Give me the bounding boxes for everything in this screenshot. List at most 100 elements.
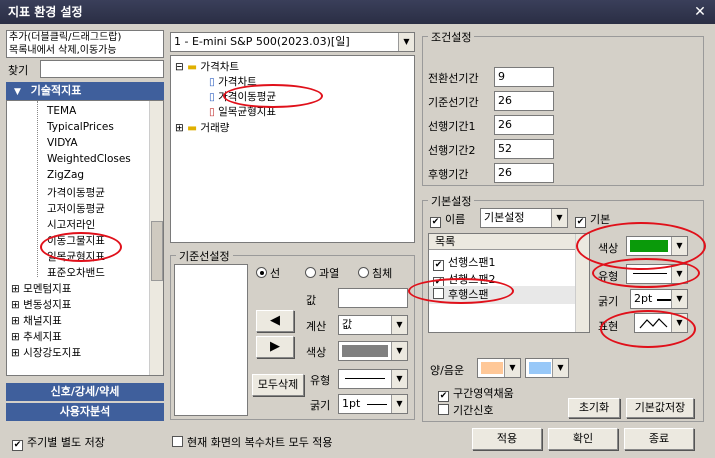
condition-input[interactable]: 26 <box>494 91 554 111</box>
line-style-icon <box>367 404 387 405</box>
fill-checkbox[interactable]: ✔ 구간영역채움 <box>438 385 514 402</box>
baseline-list[interactable] <box>174 264 248 416</box>
basic-thick-select[interactable]: 2pt ▼ <box>630 289 688 309</box>
signal-checkbox[interactable]: 기간신호 <box>438 402 493 418</box>
name-checkbox[interactable]: ✔ 이름 <box>430 211 465 228</box>
save-default-button[interactable]: 기본값저장 <box>626 398 694 418</box>
document-icon: ▯ <box>209 91 215 103</box>
list-item[interactable]: TEMA <box>47 105 76 117</box>
condition-title: 조건설정 <box>428 29 475 45</box>
chevron-down-icon[interactable]: ▼ <box>391 395 407 413</box>
category-header[interactable]: ▼ 기술적지표 <box>6 82 164 100</box>
down-color-select[interactable]: ▼ <box>525 358 569 378</box>
left-hint: 추가(더블클릭/드래그드랍) 목록내에서 삭제,이동가능 <box>6 30 164 58</box>
radio-icon[interactable] <box>358 267 369 278</box>
annotation-circle <box>408 278 514 304</box>
apply-button[interactable]: 적용 <box>472 428 542 450</box>
radio-overheat[interactable]: 과열 <box>305 265 339 281</box>
nav-user-analysis[interactable]: 사용자분석 <box>6 403 164 421</box>
symbol-select[interactable]: 1 - E-mini S&P 500(2023.03)[일] ▼ <box>170 32 415 52</box>
collapse-icon[interactable]: ⊟ <box>175 61 184 73</box>
type-label: 유형 <box>310 374 331 387</box>
chevron-down-icon[interactable]: ▼ <box>398 33 414 51</box>
checkmark-icon[interactable]: ✔ <box>433 260 444 271</box>
condition-label: 기준선기간 <box>428 96 479 109</box>
reset-button[interactable]: 초기화 <box>568 398 620 418</box>
folder-item[interactable]: ⊞ 채널지표 <box>11 313 62 328</box>
line-style-icon <box>345 378 385 379</box>
nav-signal[interactable]: 신호/강세/약세 <box>6 383 164 401</box>
chevron-down-icon[interactable]: ▼ <box>551 209 567 227</box>
chart-tree[interactable]: ⊟ ▬ 가격차트 ▯ 가격차트 ▯ 가격이동평균 ▯ 일목균형지표 ⊞ ▬ 거래… <box>170 55 415 243</box>
up-color-select[interactable]: ▼ <box>477 358 521 378</box>
expand-icon[interactable]: ⊞ <box>11 283 20 295</box>
name-select[interactable]: 기본설정 ▼ <box>480 208 568 228</box>
radio-line[interactable]: 선 <box>256 265 280 281</box>
checkmark-icon[interactable]: ✔ <box>430 217 441 228</box>
expand-icon[interactable]: ⊞ <box>11 331 20 343</box>
chevron-down-icon[interactable]: ▼ <box>671 290 687 308</box>
folder-item[interactable]: ⊞ 시장강도지표 <box>11 345 81 360</box>
folder-item[interactable]: ⊞ 변동성지표 <box>11 297 71 312</box>
list-header: 목록 <box>429 234 575 250</box>
tree-item[interactable]: ⊟ ▬ 가격차트 <box>175 59 239 74</box>
chevron-down-icon[interactable]: ▼ <box>552 359 568 377</box>
updown-label: 양/음운 <box>430 364 465 377</box>
list-item[interactable]: 표준오차밴드 <box>47 265 105 280</box>
add-arrow-button[interactable]: ◀ <box>256 310 294 332</box>
checkmark-icon[interactable]: ✔ <box>575 217 586 228</box>
value-label: 값 <box>306 294 317 307</box>
folder-item[interactable]: ⊞ 모멘텀지표 <box>11 281 71 296</box>
triangle-down-icon: ▼ <box>14 87 21 97</box>
periodic-save-checkbox[interactable]: ✔ 주기별 별도 저장 <box>12 434 105 451</box>
folder-icon: ▬ <box>187 122 198 134</box>
tree-item[interactable]: ⊞ ▬ 거래량 <box>175 120 229 135</box>
close-button[interactable]: 종료 <box>624 428 694 450</box>
radio-icon[interactable] <box>256 267 267 278</box>
annotation-circle <box>592 258 700 288</box>
list-item[interactable]: WeightedCloses <box>47 153 131 165</box>
checkbox-icon[interactable] <box>172 436 183 447</box>
checkbox-icon[interactable] <box>438 404 449 415</box>
list-item[interactable]: 시고저라인 <box>47 217 95 232</box>
thick-label: 굵기 <box>310 399 331 412</box>
baseline-type-select[interactable]: ▼ <box>338 369 408 389</box>
condition-label: 선행기간1 <box>428 120 476 133</box>
radio-stagnation[interactable]: 침체 <box>358 265 392 281</box>
close-icon[interactable]: ✕ <box>691 3 709 21</box>
apply-all-checkbox[interactable]: 현재 화면의 복수차트 모두 적용 <box>172 434 333 450</box>
baseline-color-select[interactable]: ▼ <box>338 341 408 361</box>
expand-icon[interactable]: ⊞ <box>11 315 20 327</box>
chevron-down-icon[interactable]: ▼ <box>504 359 520 377</box>
list-scrollbar[interactable] <box>149 101 163 375</box>
checkmark-icon[interactable]: ✔ <box>12 440 23 451</box>
condition-input[interactable]: 26 <box>494 115 554 135</box>
chevron-down-icon[interactable]: ▼ <box>391 370 407 388</box>
delete-all-button[interactable]: 모두삭제 <box>252 374 304 396</box>
folder-item[interactable]: ⊞ 추세지표 <box>11 329 62 344</box>
expand-icon[interactable]: ⊞ <box>11 347 20 359</box>
expand-icon[interactable]: ⊞ <box>11 299 20 311</box>
chevron-down-icon[interactable]: ▼ <box>391 342 407 360</box>
expand-icon[interactable]: ⊞ <box>175 122 184 134</box>
checkmark-icon[interactable]: ✔ <box>438 391 449 402</box>
chevron-down-icon[interactable]: ▼ <box>391 316 407 334</box>
calc-select[interactable]: 값 ▼ <box>338 315 408 335</box>
baseline-thick-select[interactable]: 1pt ▼ <box>338 394 408 414</box>
scroll-thumb[interactable] <box>151 221 163 281</box>
list-item[interactable]: TypicalPrices <box>47 121 114 133</box>
baseline-value-input[interactable] <box>338 288 408 308</box>
remove-arrow-button[interactable]: ▶ <box>256 336 294 358</box>
condition-input[interactable]: 9 <box>494 67 554 87</box>
list-item[interactable]: ✔ 선행스팬1 <box>433 254 495 271</box>
list-item[interactable]: 고저이동평균 <box>47 201 105 216</box>
list-item[interactable]: 가격이동평균 <box>47 185 105 200</box>
search-input[interactable] <box>40 60 164 78</box>
confirm-button[interactable]: 확인 <box>548 428 618 450</box>
condition-input[interactable]: 52 <box>494 139 554 159</box>
radio-icon[interactable] <box>305 267 316 278</box>
list-item[interactable]: ZigZag <box>47 169 84 181</box>
list-item[interactable]: VIDYA <box>47 137 78 149</box>
window-title: 지표 환경 설정 <box>8 5 83 19</box>
condition-input[interactable]: 26 <box>494 163 554 183</box>
